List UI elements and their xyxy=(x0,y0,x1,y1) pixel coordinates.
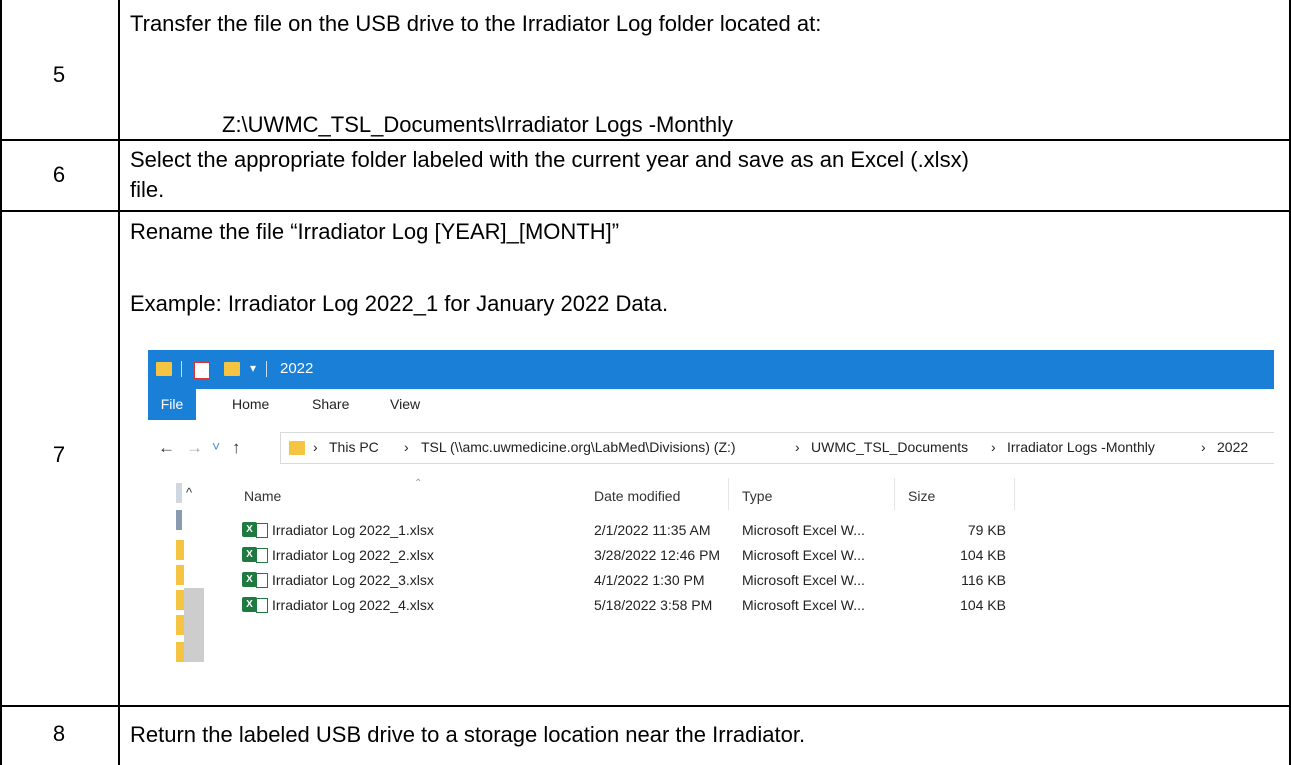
step-number: 8 xyxy=(52,721,66,746)
file-type: Microsoft Excel W... xyxy=(742,597,865,613)
file-name: Irradiator Log 2022_3.xlsx xyxy=(272,572,434,588)
properties-icon[interactable] xyxy=(194,362,210,379)
breadcrumb-2022[interactable]: 2022 xyxy=(1217,439,1248,455)
address-bar-row: ← → ˅ ↑ › This PC › TSL (\\amc.uwmedicin… xyxy=(148,420,1274,474)
file-date: 4/1/2022 1:30 PM xyxy=(594,572,705,588)
sort-ascending-icon: ^ xyxy=(186,485,193,500)
folder-icon xyxy=(289,441,305,455)
tab-home[interactable]: Home xyxy=(232,389,269,420)
step-example: Example: Irradiator Log 2022_1 for Janua… xyxy=(130,291,669,316)
step-number: 6 xyxy=(52,162,66,187)
tab-share[interactable]: Share xyxy=(312,389,349,420)
step-number: 5 xyxy=(52,62,66,87)
breadcrumb-irradiator-logs[interactable]: Irradiator Logs -Monthly xyxy=(1007,439,1155,455)
nav-pane-folder[interactable] xyxy=(176,642,184,662)
column-header-name[interactable]: Name xyxy=(244,488,281,504)
column-divider[interactable] xyxy=(728,478,729,510)
step-text: Return the labeled USB drive to a storag… xyxy=(130,722,806,747)
row-divider-5-6 xyxy=(0,139,1291,141)
file-type: Microsoft Excel W... xyxy=(742,522,865,538)
file-row[interactable]: X Irradiator Log 2022_4.xlsx 5/18/2022 3… xyxy=(148,593,1274,618)
file-date: 3/28/2022 12:46 PM xyxy=(594,547,721,563)
customize-quick-access-icon[interactable]: ▾ xyxy=(250,361,256,376)
step-number: 7 xyxy=(52,442,66,467)
file-row[interactable]: X Irradiator Log 2022_1.xlsx 2/1/2022 11… xyxy=(148,518,1274,543)
excel-file-icon: X xyxy=(242,547,257,562)
excel-file-icon: X xyxy=(242,522,257,537)
breadcrumb-separator: › xyxy=(404,439,409,455)
back-icon[interactable]: ← xyxy=(158,438,175,458)
row-divider-6-7 xyxy=(0,210,1291,212)
forward-icon[interactable]: → xyxy=(186,438,203,458)
tab-view[interactable]: View xyxy=(390,389,420,420)
nav-pane-folder[interactable] xyxy=(176,615,184,635)
file-row[interactable]: X Irradiator Log 2022_3.xlsx 4/1/2022 1:… xyxy=(148,568,1274,593)
file-name: Irradiator Log 2022_4.xlsx xyxy=(272,597,434,613)
address-bar[interactable]: › This PC › TSL (\\amc.uwmedicine.org\La… xyxy=(280,432,1274,464)
file-size: 104 KB xyxy=(960,547,1006,563)
excel-file-icon-sheet xyxy=(256,598,268,613)
excel-file-icon: X xyxy=(242,597,257,612)
breadcrumb-documents[interactable]: UWMC_TSL_Documents xyxy=(811,439,968,455)
breadcrumb-this-pc[interactable]: This PC xyxy=(329,439,379,455)
column-divider[interactable] xyxy=(1014,478,1015,510)
title-bar: ▾ 2022 xyxy=(148,350,1274,389)
breadcrumb-separator: › xyxy=(795,439,800,455)
tab-file[interactable]: File xyxy=(148,389,196,420)
step-text-cont: file. xyxy=(130,177,165,202)
breadcrumb-separator: › xyxy=(991,439,996,455)
file-name: Irradiator Log 2022_2.xlsx xyxy=(272,547,434,563)
column-divider[interactable] xyxy=(894,478,895,510)
toolbar-separator xyxy=(181,361,182,377)
new-folder-icon[interactable] xyxy=(224,362,240,376)
breadcrumb-separator: › xyxy=(1201,439,1206,455)
folder-icon xyxy=(156,362,172,376)
column-header-type[interactable]: Type xyxy=(742,488,772,504)
step-text: Rename the file “Irradiator Log [YEAR]_[… xyxy=(130,219,620,244)
step-text: Select the appropriate folder labeled wi… xyxy=(130,147,969,172)
file-name: Irradiator Log 2022_1.xlsx xyxy=(272,522,434,538)
sort-indicator-icon: ⌃ xyxy=(414,478,423,489)
file-date: 2/1/2022 11:35 AM xyxy=(594,522,711,538)
file-size: 116 KB xyxy=(961,572,1006,588)
column-header-size[interactable]: Size xyxy=(908,488,935,504)
file-size: 104 KB xyxy=(960,597,1006,613)
file-row[interactable]: X Irradiator Log 2022_2.xlsx 3/28/2022 1… xyxy=(148,543,1274,568)
file-size: 79 KB xyxy=(967,522,1006,538)
recent-locations-icon[interactable]: ˅ xyxy=(212,438,220,454)
table-border-left xyxy=(0,0,2,765)
folder-path: Z:\UWMC_TSL_Documents\Irradiator Logs -M… xyxy=(222,112,734,137)
excel-file-icon: X xyxy=(242,572,257,587)
step-text: Transfer the file on the USB drive to th… xyxy=(130,11,822,36)
toolbar-separator xyxy=(266,361,267,377)
file-date: 5/18/2022 3:58 PM xyxy=(594,597,713,613)
breadcrumb-separator: › xyxy=(313,439,318,455)
ribbon-tabs: File Home Share View xyxy=(148,389,1274,421)
excel-file-icon-sheet xyxy=(256,548,268,563)
file-explorer-window: ▾ 2022 File Home Share View ← → ˅ ↑ › Th… xyxy=(148,350,1274,662)
file-type: Microsoft Excel W... xyxy=(742,547,865,563)
up-icon[interactable]: ↑ xyxy=(232,438,241,458)
excel-file-icon-sheet xyxy=(256,523,268,538)
file-type: Microsoft Excel W... xyxy=(742,572,865,588)
table-column-divider xyxy=(118,0,120,765)
excel-file-icon-sheet xyxy=(256,573,268,588)
column-header-date[interactable]: Date modified xyxy=(594,488,680,504)
window-title: 2022 xyxy=(280,360,314,377)
row-divider-7-8 xyxy=(0,705,1291,707)
nav-pane-item[interactable] xyxy=(176,483,182,503)
breadcrumb-drive[interactable]: TSL (\\amc.uwmedicine.org\LabMed\Divisio… xyxy=(421,439,736,455)
